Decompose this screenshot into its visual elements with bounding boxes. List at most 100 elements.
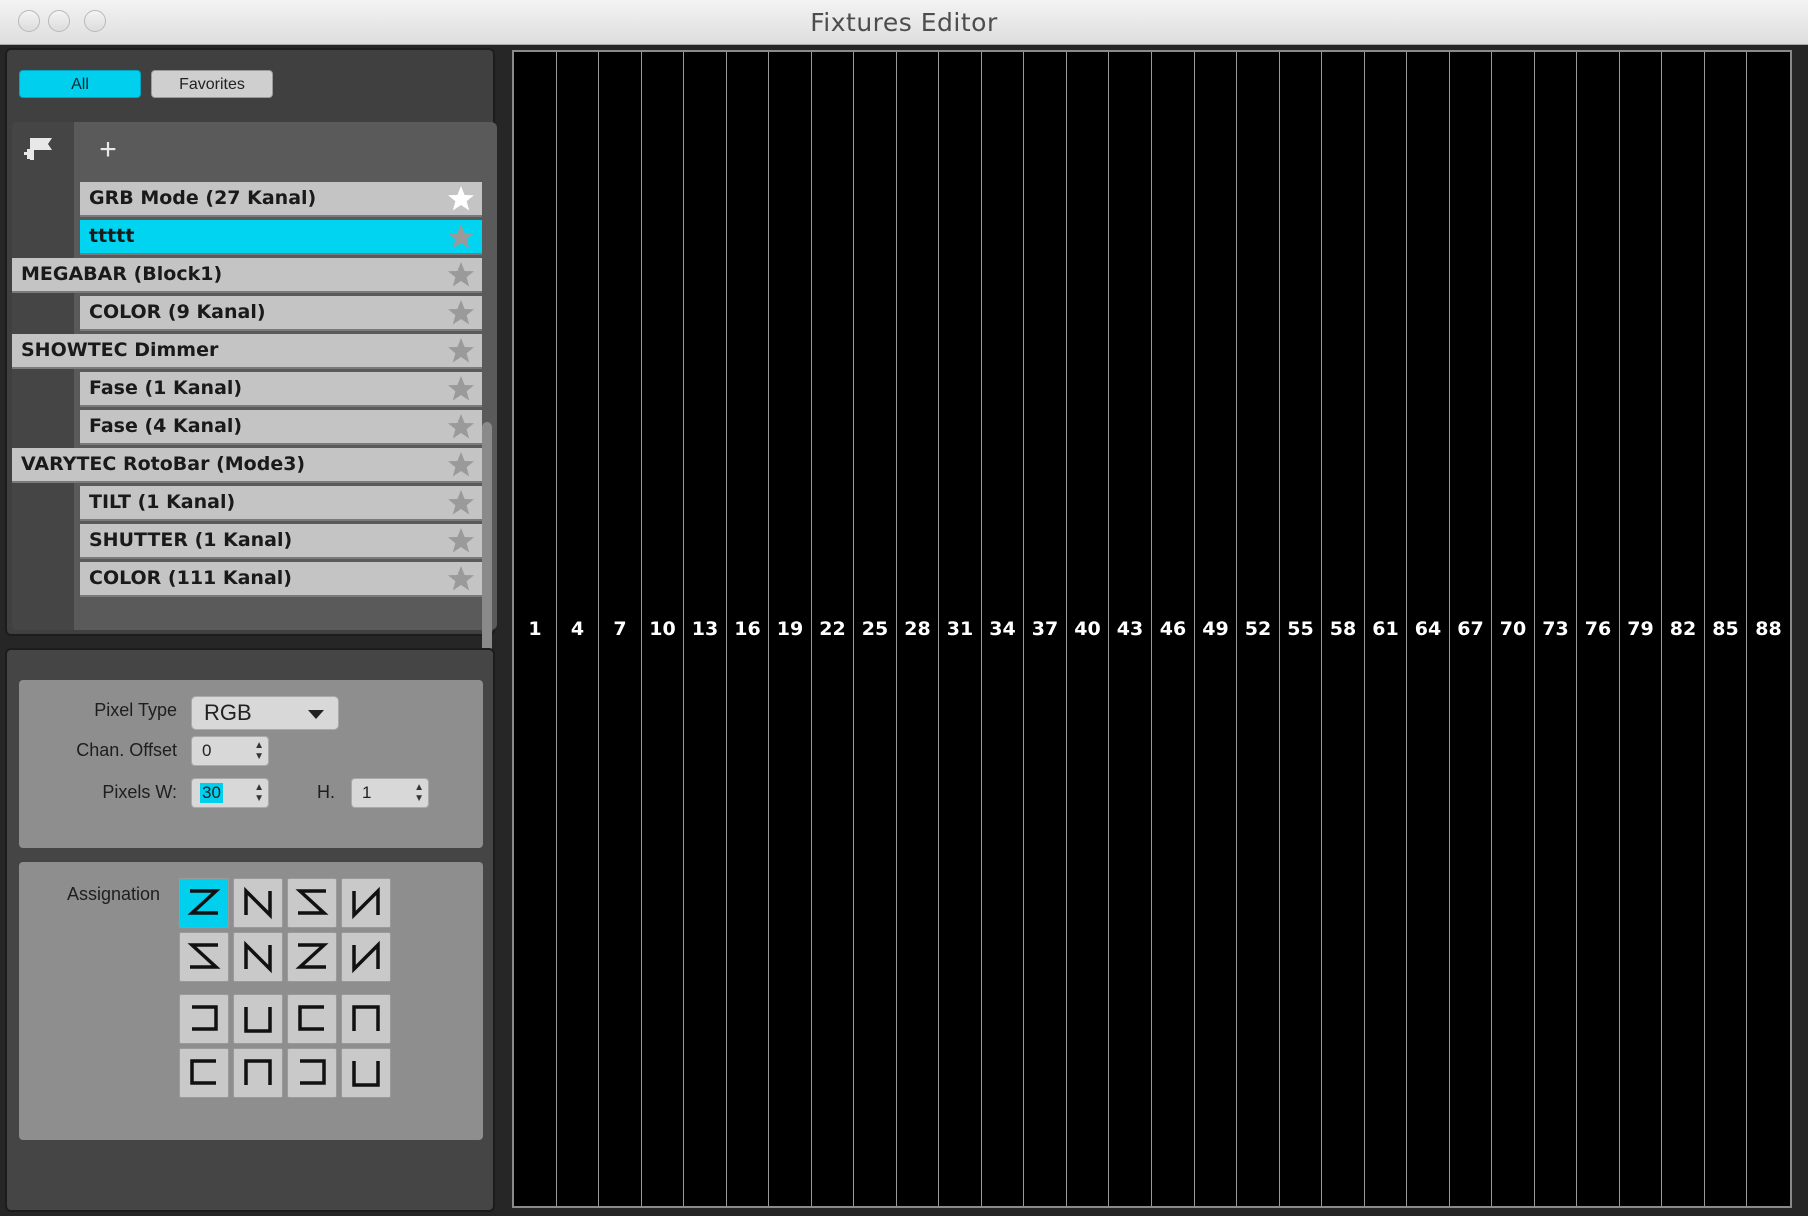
favorite-star-icon[interactable] [446, 260, 476, 290]
channel-column[interactable]: 82 [1662, 52, 1705, 1206]
assign-pattern-snake-left-b-button[interactable] [179, 1048, 229, 1098]
fixture-group-row[interactable]: MEGABAR (Block1) [12, 258, 482, 293]
favorite-star-icon[interactable] [446, 336, 476, 366]
channel-number: 73 [1542, 618, 1569, 640]
assign-pattern-snake-right-button[interactable] [287, 994, 337, 1044]
assign-pattern-z-right-button[interactable] [179, 878, 229, 928]
fixture-mode-row[interactable]: GRB Mode (27 Kanal) [80, 182, 482, 217]
pattern-arrow-icon [244, 886, 272, 920]
favorite-star-icon[interactable] [446, 412, 476, 442]
favorite-star-icon[interactable] [446, 450, 476, 480]
channel-column[interactable]: 76 [1577, 52, 1620, 1206]
fixture-label: ttttt [89, 225, 135, 247]
channel-column[interactable]: 31 [939, 52, 982, 1206]
fixture-mode-row[interactable]: ttttt [80, 220, 482, 255]
fixture-mode-row[interactable]: TILT (1 Kanal) [80, 486, 482, 521]
fixture-mode-row[interactable]: Fase (4 Kanal) [80, 410, 482, 445]
favorite-star-icon[interactable] [446, 564, 476, 594]
assign-pattern-z-left-button[interactable] [287, 878, 337, 928]
assign-pattern-n-arch-down-button[interactable] [341, 994, 391, 1044]
channel-column[interactable]: 13 [684, 52, 727, 1206]
assignation-panel: Assignation [19, 862, 483, 1140]
fixture-group-row[interactable]: VARYTEC RotoBar (Mode3) [12, 448, 482, 483]
favorite-star-icon[interactable] [446, 222, 476, 252]
channel-column[interactable]: 46 [1152, 52, 1195, 1206]
channel-column[interactable]: 43 [1109, 52, 1152, 1206]
assign-pattern-n-mirror-up-button[interactable] [233, 932, 283, 982]
pattern-arrow-icon [244, 940, 272, 974]
favorite-star-icon[interactable] [446, 374, 476, 404]
add-fixture-icon[interactable]: + [88, 132, 128, 168]
channel-column[interactable]: 85 [1705, 52, 1747, 1206]
fixture-mode-row[interactable]: COLOR (9 Kanal) [80, 296, 482, 331]
channel-column[interactable]: 70 [1492, 52, 1535, 1206]
stepper-arrows-icon[interactable]: ▲ ▼ [254, 782, 264, 804]
favorite-star-icon[interactable] [446, 488, 476, 518]
filter-all-button[interactable]: All [19, 70, 141, 98]
channel-column[interactable]: 34 [982, 52, 1024, 1206]
channel-column[interactable]: 58 [1322, 52, 1365, 1206]
channel-column[interactable]: 28 [897, 52, 939, 1206]
channel-column[interactable]: 73 [1535, 52, 1577, 1206]
channel-number: 46 [1159, 618, 1187, 640]
channel-column[interactable]: 22 [812, 52, 854, 1206]
assign-pattern-snake-right-b-button[interactable] [287, 1048, 337, 1098]
pattern-arrow-icon [295, 943, 329, 969]
channel-column[interactable]: 7 [599, 52, 642, 1206]
channel-number: 31 [946, 618, 974, 640]
channel-number: 64 [1414, 618, 1442, 640]
channel-number: 10 [649, 618, 676, 640]
assign-pattern-snake-left-button[interactable] [179, 994, 229, 1044]
favorite-star-icon[interactable] [446, 526, 476, 556]
chan-offset-stepper[interactable]: 0 ▲ ▼ [191, 736, 269, 766]
channel-column[interactable]: 79 [1620, 52, 1662, 1206]
pixel-type-value: RGB [204, 700, 252, 725]
channel-column[interactable]: 37 [1024, 52, 1067, 1206]
channel-number: 58 [1329, 618, 1357, 640]
channel-column[interactable]: 52 [1237, 52, 1280, 1206]
channel-column[interactable]: 49 [1195, 52, 1237, 1206]
assign-pattern-n-up-button[interactable] [341, 878, 391, 928]
add-folder-icon[interactable] [20, 132, 60, 168]
channel-column[interactable]: 88 [1747, 52, 1790, 1206]
fixture-label: COLOR (9 Kanal) [89, 301, 266, 323]
fixture-mode-row[interactable]: COLOR (111 Kanal) [80, 562, 482, 597]
favorite-star-icon[interactable] [446, 184, 476, 214]
channel-column[interactable]: 10 [642, 52, 684, 1206]
channel-column[interactable]: 40 [1067, 52, 1109, 1206]
assign-pattern-arch-down-button[interactable] [233, 1048, 283, 1098]
assign-pattern-s-right-button[interactable] [287, 932, 337, 982]
channel-column[interactable]: 25 [854, 52, 897, 1206]
title-bar: Fixtures Editor [0, 0, 1808, 45]
assign-pattern-u-down-button[interactable] [233, 994, 283, 1044]
fixture-group-row[interactable]: SHOWTEC Dimmer [12, 334, 482, 369]
channel-column[interactable]: 61 [1365, 52, 1407, 1206]
stepper-arrows-icon[interactable]: ▲ ▼ [254, 740, 264, 762]
assign-pattern-u-up-button[interactable] [341, 1048, 391, 1098]
assign-pattern-n-mirror-down-button[interactable] [341, 932, 391, 982]
pixels-w-label: Pixels W: [102, 782, 177, 802]
pixel-type-select[interactable]: RGB [191, 696, 339, 730]
fixture-library-panel: All Favorites + GRB Mode (27 Kanal) ttttt… [5, 48, 497, 652]
pixels-h-stepper[interactable]: 1 ▲ ▼ [351, 778, 429, 808]
channel-column[interactable]: 19 [769, 52, 812, 1206]
fixture-mode-row[interactable]: SHUTTER (1 Kanal) [80, 524, 482, 559]
assign-pattern-n-down-button[interactable] [233, 878, 283, 928]
stepper-arrows-icon[interactable]: ▲ ▼ [414, 782, 424, 804]
channel-column[interactable]: 1 [514, 52, 557, 1206]
pixels-w-value[interactable]: 30 [200, 783, 223, 803]
fixture-label: MEGABAR (Block1) [21, 263, 223, 285]
channel-number: 34 [989, 618, 1016, 640]
channel-column[interactable]: 64 [1407, 52, 1450, 1206]
channel-column[interactable]: 16 [727, 52, 769, 1206]
fixture-label: SHOWTEC Dimmer [21, 339, 219, 361]
channel-column[interactable]: 4 [557, 52, 599, 1206]
assign-pattern-s-left-button[interactable] [179, 932, 229, 982]
filter-favorites-button[interactable]: Favorites [151, 70, 273, 98]
list-scrollbar[interactable] [482, 422, 492, 652]
channel-column[interactable]: 55 [1280, 52, 1322, 1206]
pixels-w-stepper[interactable]: 30 ▲ ▼ [191, 778, 269, 808]
channel-column[interactable]: 67 [1450, 52, 1492, 1206]
favorite-star-icon[interactable] [446, 298, 476, 328]
fixture-mode-row[interactable]: Fase (1 Kanal) [80, 372, 482, 407]
